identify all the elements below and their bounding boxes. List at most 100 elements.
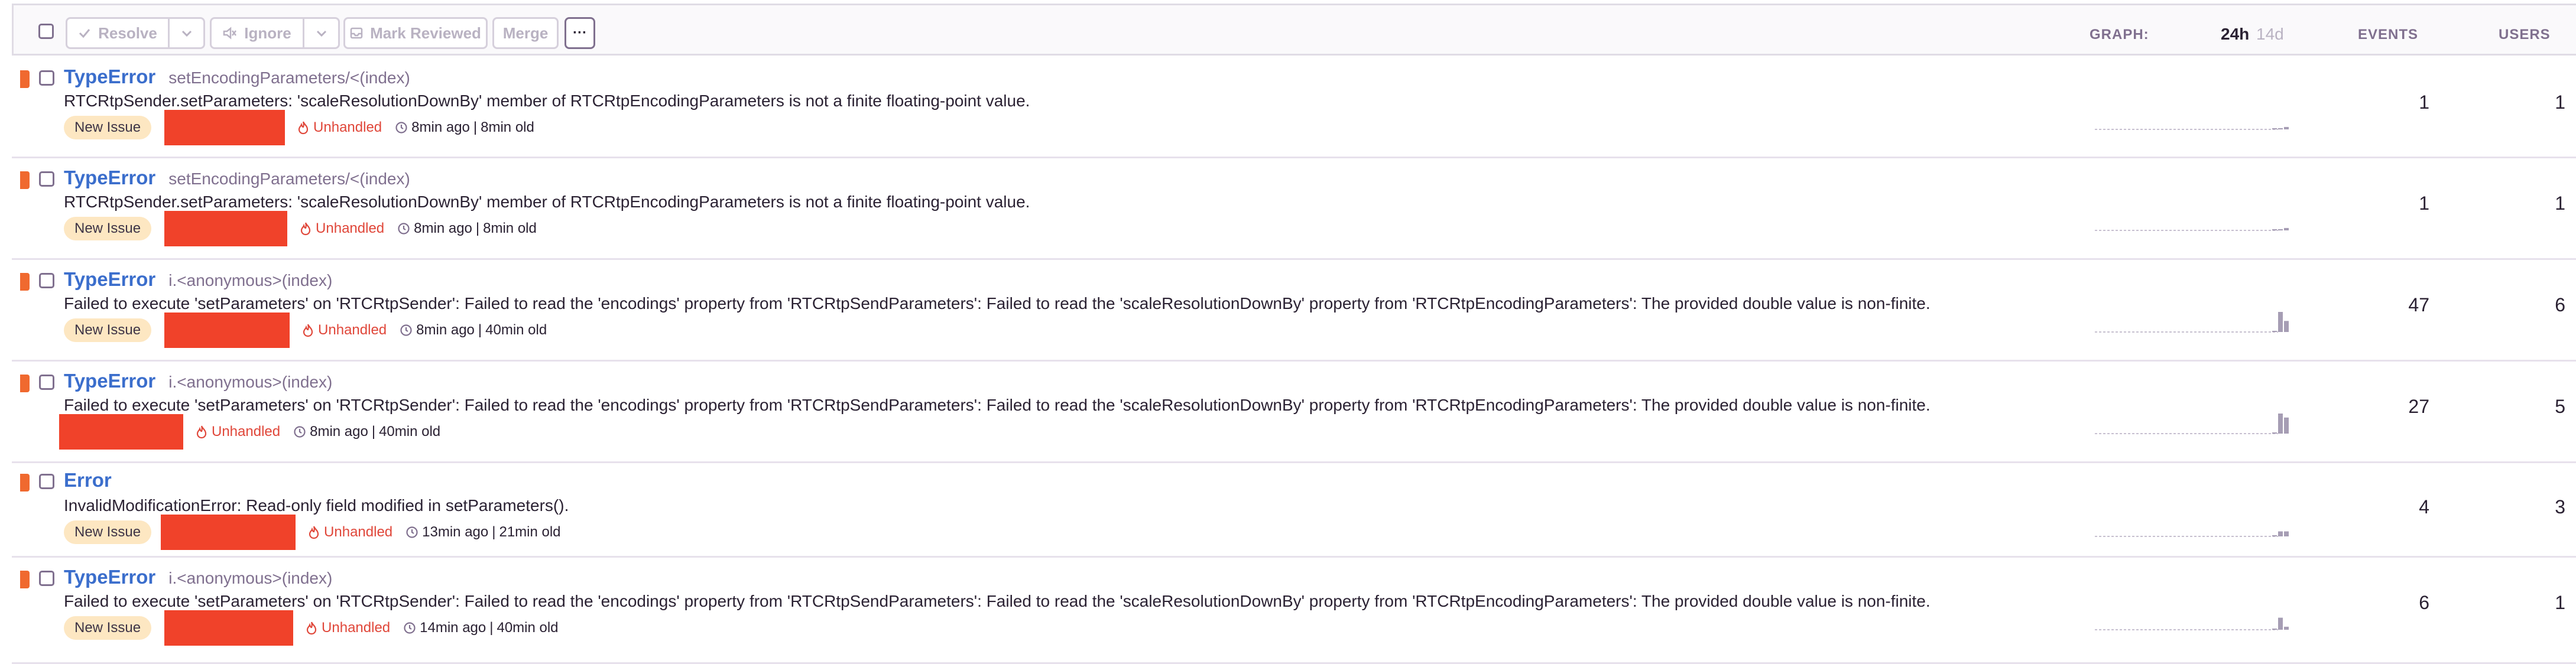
clock-icon <box>400 324 413 337</box>
events-count[interactable]: 1 <box>2358 92 2429 113</box>
sparkline-bar <box>2272 128 2277 129</box>
event-sparkline[interactable] <box>2095 107 2290 131</box>
level-indicator <box>20 171 30 189</box>
issue-checkbox[interactable] <box>39 474 54 489</box>
error-location: setEncodingParameters/<(index) <box>168 69 410 87</box>
graph-period-24h[interactable]: 24h <box>2221 25 2249 44</box>
mark-reviewed-button[interactable]: Mark Reviewed <box>343 17 488 49</box>
last-seen[interactable]: 8min ago <box>414 220 472 237</box>
users-count[interactable]: 3 <box>2494 496 2565 518</box>
issue-row[interactable]: TypeError setEncodingParameters/<(index) R… <box>12 158 2576 260</box>
sparkline-bar <box>2284 626 2289 630</box>
redacted-block <box>161 515 296 550</box>
new-issue-badge: New Issue <box>64 318 152 342</box>
resolve-dropdown-button[interactable] <box>170 19 203 47</box>
issue-checkbox[interactable] <box>39 273 54 288</box>
first-seen[interactable]: 8min old <box>481 119 534 136</box>
sparkline-bar <box>2284 321 2289 332</box>
ignore-dropdown-button[interactable] <box>304 19 338 47</box>
issue-checkbox[interactable] <box>39 70 54 86</box>
resolve-button[interactable]: Resolve <box>67 19 168 47</box>
more-actions-button[interactable]: ··· <box>564 17 595 49</box>
issue-checkbox[interactable] <box>39 571 54 586</box>
events-count[interactable]: 1 <box>2358 193 2429 214</box>
issue-title[interactable]: TypeError i.<anonymous>(index) <box>64 370 332 392</box>
error-type[interactable]: TypeError <box>64 66 155 88</box>
first-seen[interactable]: 40min old <box>497 620 558 636</box>
sparkline-bar <box>2272 535 2277 536</box>
event-sparkline[interactable] <box>2095 514 2290 538</box>
error-message: Failed to execute 'setParameters' on 'RT… <box>64 294 1931 313</box>
separator: | <box>371 424 376 440</box>
issue-checkbox[interactable] <box>39 375 54 390</box>
events-count[interactable]: 4 <box>2358 496 2429 518</box>
issue-meta: New Issue Unhandled 13min ago | 21min old <box>64 515 561 550</box>
users-count[interactable]: 6 <box>2494 294 2565 316</box>
redacted-block <box>164 313 290 348</box>
ellipsis-icon: ··· <box>573 25 587 41</box>
error-type[interactable]: TypeError <box>64 370 155 392</box>
events-count[interactable]: 27 <box>2358 396 2429 418</box>
users-count[interactable]: 1 <box>2494 92 2565 113</box>
separator: | <box>473 119 478 135</box>
issue-meta: New Issue Unhandled 8min ago | 8min old <box>64 110 534 145</box>
issue-times: 8min ago | 40min old <box>400 322 547 338</box>
new-issue-badge: New Issue <box>64 616 152 640</box>
last-seen[interactable]: 13min ago <box>422 524 488 541</box>
issue-title[interactable]: TypeError i.<anonymous>(index) <box>64 566 332 588</box>
fire-icon <box>305 621 318 635</box>
last-seen[interactable]: 8min ago <box>416 322 475 338</box>
first-seen[interactable]: 40min old <box>485 322 547 338</box>
users-count[interactable]: 5 <box>2494 396 2565 418</box>
error-type[interactable]: TypeError <box>64 566 155 588</box>
event-sparkline[interactable] <box>2095 411 2290 435</box>
graph-period-14d[interactable]: 14d <box>2256 25 2284 44</box>
ignore-button[interactable]: Ignore <box>212 19 303 47</box>
events-count[interactable]: 47 <box>2358 294 2429 316</box>
merge-button[interactable]: Merge <box>492 17 559 49</box>
error-location: setEncodingParameters/<(index) <box>168 170 410 188</box>
users-count[interactable]: 1 <box>2494 193 2565 214</box>
mark-reviewed-label: Mark Reviewed <box>370 24 481 42</box>
select-all-checkbox[interactable] <box>38 24 54 39</box>
last-seen[interactable]: 8min ago <box>411 119 470 136</box>
issue-row[interactable]: TypeError i.<anonymous>(index) Failed to e… <box>12 260 2576 362</box>
inbox-icon <box>350 27 363 40</box>
separator: | <box>492 524 496 540</box>
issue-checkbox[interactable] <box>39 171 54 187</box>
issue-row[interactable]: TypeError i.<anonymous>(index) Failed to e… <box>12 362 2576 463</box>
issue-row[interactable]: TypeError setEncodingParameters/<(index) R… <box>12 57 2576 158</box>
event-sparkline[interactable] <box>2095 310 2290 333</box>
issue-title[interactable]: TypeError i.<anonymous>(index) <box>64 268 332 291</box>
sparkline-bar <box>2278 128 2283 129</box>
fire-icon <box>297 121 310 135</box>
issue-title[interactable]: TypeError setEncodingParameters/<(index) <box>64 66 410 88</box>
first-seen[interactable]: 8min old <box>483 220 537 237</box>
error-type[interactable]: Error <box>64 469 112 492</box>
unhandled-tag: Unhandled <box>297 119 382 136</box>
event-sparkline[interactable] <box>2095 607 2290 631</box>
level-indicator <box>20 273 30 291</box>
unhandled-label: Unhandled <box>322 620 391 636</box>
issue-title[interactable]: Error <box>64 469 112 492</box>
issue-times: 8min ago | 8min old <box>395 119 534 136</box>
error-message: Failed to execute 'setParameters' on 'RT… <box>64 592 1931 610</box>
last-seen[interactable]: 14min ago <box>420 620 486 636</box>
events-column-header[interactable]: EVENTS <box>2358 27 2418 43</box>
last-seen[interactable]: 8min ago <box>310 424 368 440</box>
first-seen[interactable]: 40min old <box>379 424 440 440</box>
sparkline-bar <box>2272 629 2277 630</box>
error-type[interactable]: TypeError <box>64 268 155 291</box>
error-type[interactable]: TypeError <box>64 167 155 189</box>
users-column-header[interactable]: USERS <box>2499 27 2551 43</box>
error-message: RTCRtpSender.setParameters: 'scaleResolu… <box>64 193 1030 211</box>
first-seen[interactable]: 21min old <box>499 524 560 541</box>
users-count[interactable]: 1 <box>2494 592 2565 614</box>
level-indicator <box>20 474 30 492</box>
events-count[interactable]: 6 <box>2358 592 2429 614</box>
issue-row[interactable]: TypeError i.<anonymous>(index) Failed to e… <box>12 558 2576 664</box>
issue-title[interactable]: TypeError setEncodingParameters/<(index) <box>64 167 410 189</box>
unhandled-tag: Unhandled <box>301 322 387 338</box>
issue-row[interactable]: Error InvalidModificationError: Read-only… <box>12 463 2576 558</box>
event-sparkline[interactable] <box>2095 208 2290 232</box>
